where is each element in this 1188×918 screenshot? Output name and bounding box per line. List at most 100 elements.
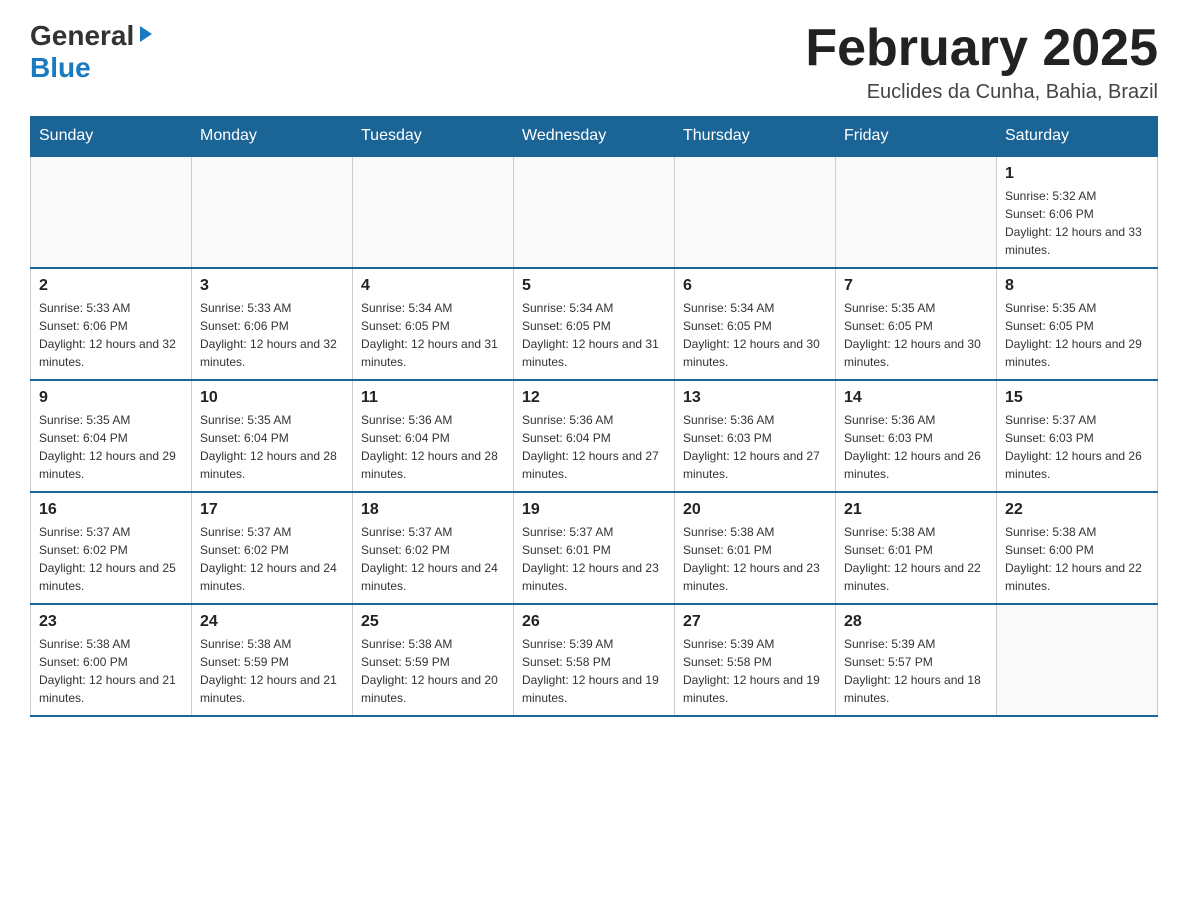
day-number: 28: [844, 613, 988, 631]
day-info: Sunrise: 5:38 AMSunset: 6:01 PMDaylight:…: [844, 523, 988, 595]
day-info: Sunrise: 5:38 AMSunset: 6:01 PMDaylight:…: [683, 523, 827, 595]
weekday-header-thursday: Thursday: [675, 117, 836, 157]
calendar-table: SundayMondayTuesdayWednesdayThursdayFrid…: [30, 116, 1158, 717]
day-info: Sunrise: 5:39 AMSunset: 5:58 PMDaylight:…: [522, 635, 666, 707]
day-info: Sunrise: 5:32 AMSunset: 6:06 PMDaylight:…: [1005, 187, 1149, 259]
day-info: Sunrise: 5:37 AMSunset: 6:01 PMDaylight:…: [522, 523, 666, 595]
calendar-cell: 14 Sunrise: 5:36 AMSunset: 6:03 PMDayligh…: [836, 380, 997, 492]
weekday-header-wednesday: Wednesday: [514, 117, 675, 157]
weekday-header-friday: Friday: [836, 117, 997, 157]
day-info: Sunrise: 5:33 AMSunset: 6:06 PMDaylight:…: [39, 299, 183, 371]
day-info: Sunrise: 5:38 AMSunset: 6:00 PMDaylight:…: [39, 635, 183, 707]
calendar-week-row: 2Sunrise: 5:33 AMSunset: 6:06 PMDaylight…: [31, 268, 1158, 380]
day-info: Sunrise: 5:38 AMSunset: 6:00 PMDaylight:…: [1005, 523, 1149, 595]
day-info: Sunrise: 5:36 AMSunset: 6:03 PMDaylight:…: [844, 411, 988, 483]
calendar-week-row: 9 Sunrise: 5:35 AMSunset: 6:04 PMDaylight…: [31, 380, 1158, 492]
day-number: 7: [844, 277, 988, 295]
day-info: Sunrise: 5:38 AMSunset: 5:59 PMDaylight:…: [200, 635, 344, 707]
month-title: February 2025: [805, 20, 1158, 77]
calendar-cell: [192, 156, 353, 268]
logo-blue-text: Blue: [30, 52, 91, 83]
weekday-header-monday: Monday: [192, 117, 353, 157]
calendar-cell: 21 Sunrise: 5:38 AMSunset: 6:01 PMDayligh…: [836, 492, 997, 604]
day-number: 3: [200, 277, 344, 295]
calendar-cell: 10 Sunrise: 5:35 AMSunset: 6:04 PMDayligh…: [192, 380, 353, 492]
day-info: Sunrise: 5:39 AMSunset: 5:57 PMDaylight:…: [844, 635, 988, 707]
day-number: 9: [39, 389, 183, 407]
calendar-cell: 26 Sunrise: 5:39 AMSunset: 5:58 PMDayligh…: [514, 604, 675, 716]
day-info: Sunrise: 5:35 AMSunset: 6:04 PMDaylight:…: [200, 411, 344, 483]
day-info: Sunrise: 5:34 AMSunset: 6:05 PMDaylight:…: [522, 299, 666, 371]
day-number: 1: [1005, 165, 1149, 183]
calendar-cell: [836, 156, 997, 268]
calendar-cell: [31, 156, 192, 268]
calendar-week-row: 23Sunrise: 5:38 AMSunset: 6:00 PMDayligh…: [31, 604, 1158, 716]
day-number: 5: [522, 277, 666, 295]
calendar-cell: 27 Sunrise: 5:39 AMSunset: 5:58 PMDayligh…: [675, 604, 836, 716]
day-number: 24: [200, 613, 344, 631]
title-section: February 2025 Euclides da Cunha, Bahia, …: [805, 20, 1158, 104]
day-number: 17: [200, 501, 344, 519]
day-number: 6: [683, 277, 827, 295]
calendar-cell: 20 Sunrise: 5:38 AMSunset: 6:01 PMDayligh…: [675, 492, 836, 604]
day-info: Sunrise: 5:36 AMSunset: 6:04 PMDaylight:…: [522, 411, 666, 483]
day-info: Sunrise: 5:34 AMSunset: 6:05 PMDaylight:…: [361, 299, 505, 371]
calendar-cell: [514, 156, 675, 268]
calendar-cell: 6 Sunrise: 5:34 AMSunset: 6:05 PMDaylight…: [675, 268, 836, 380]
day-number: 8: [1005, 277, 1149, 295]
calendar-cell: 12 Sunrise: 5:36 AMSunset: 6:04 PMDayligh…: [514, 380, 675, 492]
day-info: Sunrise: 5:37 AMSunset: 6:02 PMDaylight:…: [361, 523, 505, 595]
calendar-cell: 18 Sunrise: 5:37 AMSunset: 6:02 PMDayligh…: [353, 492, 514, 604]
day-number: 11: [361, 389, 505, 407]
calendar-cell: 17 Sunrise: 5:37 AMSunset: 6:02 PMDayligh…: [192, 492, 353, 604]
calendar-cell: 5 Sunrise: 5:34 AMSunset: 6:05 PMDaylight…: [514, 268, 675, 380]
calendar-cell: 11Sunrise: 5:36 AMSunset: 6:04 PMDayligh…: [353, 380, 514, 492]
day-info: Sunrise: 5:39 AMSunset: 5:58 PMDaylight:…: [683, 635, 827, 707]
calendar-cell: 9 Sunrise: 5:35 AMSunset: 6:04 PMDaylight…: [31, 380, 192, 492]
location-text: Euclides da Cunha, Bahia, Brazil: [805, 81, 1158, 104]
day-info: Sunrise: 5:34 AMSunset: 6:05 PMDaylight:…: [683, 299, 827, 371]
weekday-header-sunday: Sunday: [31, 117, 192, 157]
day-info: Sunrise: 5:35 AMSunset: 6:04 PMDaylight:…: [39, 411, 183, 483]
day-number: 12: [522, 389, 666, 407]
day-number: 16: [39, 501, 183, 519]
day-number: 27: [683, 613, 827, 631]
day-number: 4: [361, 277, 505, 295]
day-info: Sunrise: 5:37 AMSunset: 6:02 PMDaylight:…: [39, 523, 183, 595]
calendar-cell: 4 Sunrise: 5:34 AMSunset: 6:05 PMDaylight…: [353, 268, 514, 380]
day-number: 22: [1005, 501, 1149, 519]
day-number: 19: [522, 501, 666, 519]
calendar-header-row: SundayMondayTuesdayWednesdayThursdayFrid…: [31, 117, 1158, 157]
day-info: Sunrise: 5:36 AMSunset: 6:03 PMDaylight:…: [683, 411, 827, 483]
day-number: 20: [683, 501, 827, 519]
day-number: 18: [361, 501, 505, 519]
day-number: 14: [844, 389, 988, 407]
calendar-week-row: 16 Sunrise: 5:37 AMSunset: 6:02 PMDayligh…: [31, 492, 1158, 604]
day-info: Sunrise: 5:37 AMSunset: 6:02 PMDaylight:…: [200, 523, 344, 595]
day-number: 13: [683, 389, 827, 407]
weekday-header-saturday: Saturday: [997, 117, 1158, 157]
logo: General Blue: [30, 20, 156, 84]
calendar-cell: 2Sunrise: 5:33 AMSunset: 6:06 PMDaylight…: [31, 268, 192, 380]
calendar-cell: 3 Sunrise: 5:33 AMSunset: 6:06 PMDaylight…: [192, 268, 353, 380]
calendar-cell: 19 Sunrise: 5:37 AMSunset: 6:01 PMDayligh…: [514, 492, 675, 604]
calendar-cell: 28 Sunrise: 5:39 AMSunset: 5:57 PMDayligh…: [836, 604, 997, 716]
calendar-cell: 23Sunrise: 5:38 AMSunset: 6:00 PMDayligh…: [31, 604, 192, 716]
calendar-cell: 13 Sunrise: 5:36 AMSunset: 6:03 PMDayligh…: [675, 380, 836, 492]
day-info: Sunrise: 5:37 AMSunset: 6:03 PMDaylight:…: [1005, 411, 1149, 483]
calendar-cell: 22 Sunrise: 5:38 AMSunset: 6:00 PMDayligh…: [997, 492, 1158, 604]
calendar-cell: 7Sunrise: 5:35 AMSunset: 6:05 PMDaylight…: [836, 268, 997, 380]
page-header: General Blue February 2025 Euclides da C…: [30, 20, 1158, 104]
day-number: 21: [844, 501, 988, 519]
calendar-cell: [997, 604, 1158, 716]
calendar-cell: [675, 156, 836, 268]
day-info: Sunrise: 5:38 AMSunset: 5:59 PMDaylight:…: [361, 635, 505, 707]
calendar-cell: 25Sunrise: 5:38 AMSunset: 5:59 PMDayligh…: [353, 604, 514, 716]
day-number: 10: [200, 389, 344, 407]
day-number: 26: [522, 613, 666, 631]
calendar-cell: 24 Sunrise: 5:38 AMSunset: 5:59 PMDayligh…: [192, 604, 353, 716]
calendar-cell: 1 Sunrise: 5:32 AMSunset: 6:06 PMDaylight…: [997, 156, 1158, 268]
calendar-week-row: 1 Sunrise: 5:32 AMSunset: 6:06 PMDaylight…: [31, 156, 1158, 268]
day-info: Sunrise: 5:33 AMSunset: 6:06 PMDaylight:…: [200, 299, 344, 371]
logo-arrow-icon: [136, 24, 156, 49]
